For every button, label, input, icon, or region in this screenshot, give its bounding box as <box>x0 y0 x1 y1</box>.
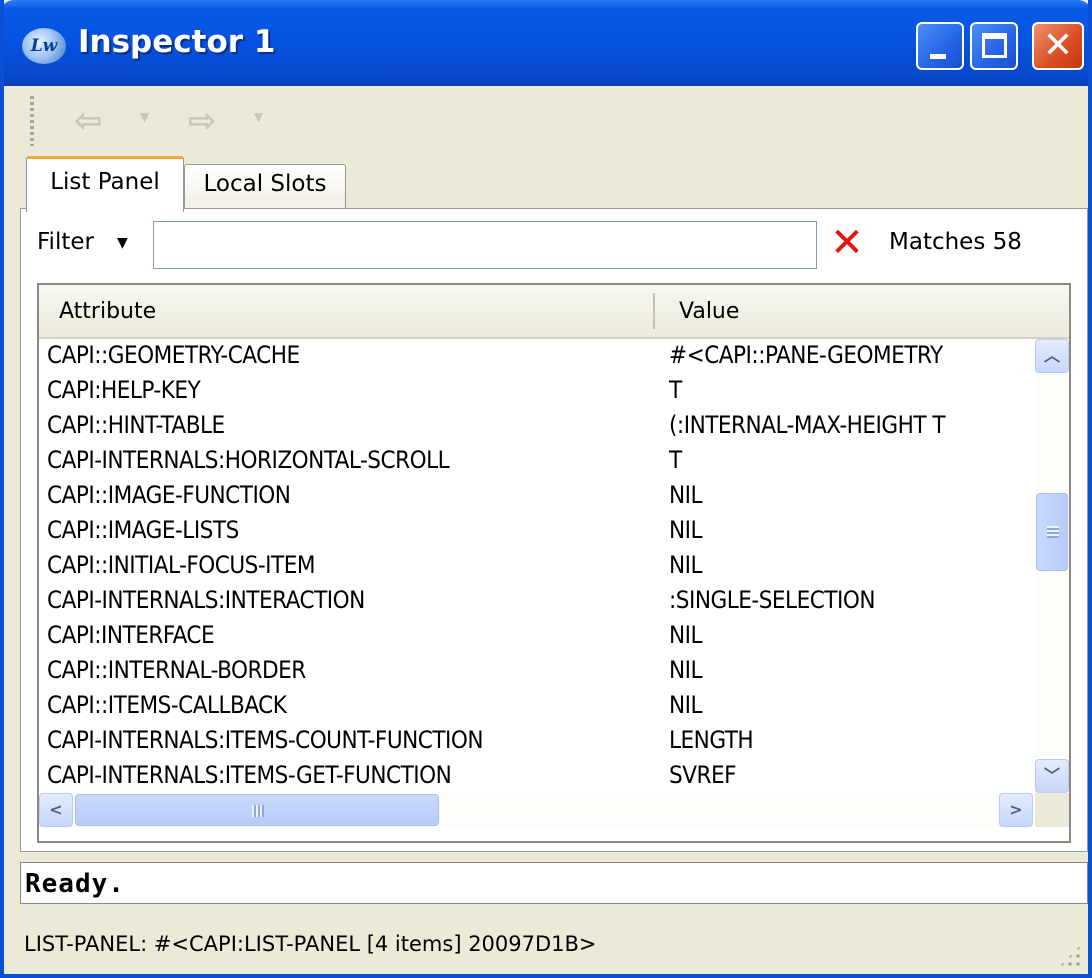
echo-area-text: Ready. <box>25 869 125 899</box>
table-row[interactable]: CAPI::GEOMETRY-CACHE #<CAPI::PANE-GEOMETR… <box>39 339 1033 373</box>
thumb-grip-icon <box>1047 526 1059 538</box>
window-title: Inspector 1 <box>78 24 276 60</box>
toolbar: ⇦ ▼ ⇨ ▼ <box>4 86 1088 154</box>
table-row[interactable]: CAPI-INTERNALS:INTERACTION :SINGLE-SELECT… <box>39 584 1033 618</box>
value-cell: :SINGLE-SELECTION <box>669 586 875 614</box>
tab-list-panel[interactable]: List Panel <box>26 156 184 212</box>
horizontal-scroll-thumb[interactable] <box>75 794 439 826</box>
inspector-window: Lw Inspector 1 ✕ ⇦ ▼ ⇨ ▼ List Panel Loca… <box>0 0 1092 978</box>
scroll-right-button[interactable]: > <box>999 793 1033 827</box>
maximize-button[interactable] <box>970 22 1018 70</box>
table-row[interactable]: CAPI::HINT-TABLE (:INTERNAL-MAX-HEIGHT T <box>39 409 1033 443</box>
attribute-cell: CAPI-INTERNALS:INTERACTION <box>47 586 365 614</box>
title-bar[interactable]: Lw Inspector 1 ✕ <box>4 0 1088 86</box>
attribute-cell: CAPI::GEOMETRY-CACHE <box>47 341 300 369</box>
attribute-cell: CAPI:INTERFACE <box>47 621 215 649</box>
thumb-grip-icon <box>252 805 264 817</box>
attribute-cell: CAPI::ITEMS-CALLBACK <box>47 691 287 719</box>
attribute-cell: CAPI:HELP-KEY <box>47 376 201 404</box>
value-cell: LENGTH <box>669 726 754 754</box>
attribute-cell: CAPI::IMAGE-LISTS <box>47 516 239 544</box>
filter-dropdown-icon[interactable]: ▼ <box>117 235 128 251</box>
forward-arrow-icon[interactable]: ⇨ <box>188 104 217 138</box>
table-row[interactable]: CAPI-INTERNALS:ITEMS-COUNT-FUNCTION LENGT… <box>39 724 1033 758</box>
table-row[interactable]: CAPI::INITIAL-FOCUS-ITEM NIL <box>39 549 1033 583</box>
value-cell: NIL <box>669 481 703 509</box>
status-text: LIST-PANEL: #<CAPI:LIST-PANEL [4 items] … <box>24 932 597 956</box>
value-cell: T <box>669 376 682 404</box>
column-separator[interactable] <box>653 293 655 329</box>
table-row[interactable]: CAPI-INTERNALS:ITEMS-GET-FUNCTION SVREF <box>39 759 1033 793</box>
forward-dropdown-icon[interactable]: ▼ <box>254 110 263 124</box>
back-arrow-icon[interactable]: ⇦ <box>74 104 103 138</box>
table-row[interactable]: CAPI::IMAGE-FUNCTION NIL <box>39 479 1033 513</box>
attribute-cell: CAPI::INTERNAL-BORDER <box>47 656 306 684</box>
attribute-list[interactable]: Attribute Value CAPI::GEOMETRY-CACHE #<CA… <box>37 283 1071 843</box>
matches-count: Matches 58 <box>889 229 1022 255</box>
close-button[interactable]: ✕ <box>1032 22 1084 70</box>
lw-app-icon[interactable]: Lw <box>22 28 66 64</box>
toolbar-grip[interactable] <box>30 96 34 146</box>
table-row[interactable]: CAPI::INTERNAL-BORDER NIL <box>39 654 1033 688</box>
value-cell: NIL <box>669 516 703 544</box>
maximize-icon <box>982 33 1007 58</box>
tab-strip: List Panel Local Slots <box>20 154 1088 212</box>
list-panel: Filter ▼ ✕ Matches 58 Attribute Value CA… <box>20 208 1088 852</box>
filter-input[interactable] <box>153 221 817 269</box>
vertical-scrollbar[interactable]: ︿ ﹀ <box>1035 339 1069 793</box>
back-dropdown-icon[interactable]: ▼ <box>140 110 149 124</box>
value-cell: NIL <box>669 551 703 579</box>
resize-grip-icon[interactable] <box>1058 944 1082 968</box>
value-cell: SVREF <box>669 761 737 789</box>
clear-filter-icon[interactable]: ✕ <box>827 219 867 267</box>
column-header-value[interactable]: Value <box>679 299 739 324</box>
table-row[interactable]: CAPI::IMAGE-LISTS NIL <box>39 514 1033 548</box>
table-row[interactable]: CAPI:INTERFACE NIL <box>39 619 1033 653</box>
value-cell: NIL <box>669 691 703 719</box>
echo-area: Ready. <box>20 862 1088 904</box>
table-row[interactable]: CAPI:HELP-KEY T <box>39 374 1033 408</box>
list-header: Attribute Value <box>39 285 1069 339</box>
table-row[interactable]: CAPI-INTERNALS:HORIZONTAL-SCROLL T <box>39 444 1033 478</box>
list-rows: CAPI::GEOMETRY-CACHE #<CAPI::PANE-GEOMETR… <box>39 339 1033 793</box>
attribute-cell: CAPI::INITIAL-FOCUS-ITEM <box>47 551 316 579</box>
value-cell: NIL <box>669 656 703 684</box>
attribute-cell: CAPI-INTERNALS:HORIZONTAL-SCROLL <box>47 446 450 474</box>
status-bar: LIST-PANEL: #<CAPI:LIST-PANEL [4 items] … <box>4 918 1088 974</box>
value-cell: NIL <box>669 621 703 649</box>
table-row[interactable]: CAPI::ITEMS-CALLBACK NIL <box>39 689 1033 723</box>
attribute-cell: CAPI::HINT-TABLE <box>47 411 225 439</box>
filter-label[interactable]: Filter <box>37 229 94 255</box>
close-icon: ✕ <box>1042 25 1074 66</box>
minimize-button[interactable] <box>916 22 964 70</box>
attribute-cell: CAPI-INTERNALS:ITEMS-GET-FUNCTION <box>47 761 452 789</box>
horizontal-scrollbar[interactable]: < > <box>39 793 1035 827</box>
attribute-cell: CAPI::IMAGE-FUNCTION <box>47 481 291 509</box>
attribute-cell: CAPI-INTERNALS:ITEMS-COUNT-FUNCTION <box>47 726 484 754</box>
vertical-scroll-thumb[interactable] <box>1036 493 1068 571</box>
minimize-icon <box>930 54 946 59</box>
value-cell: (:INTERNAL-MAX-HEIGHT T <box>669 411 946 439</box>
value-cell: #<CAPI::PANE-GEOMETRY <box>669 341 943 369</box>
value-cell: T <box>669 446 682 474</box>
column-header-attribute[interactable]: Attribute <box>59 299 156 324</box>
tab-local-slots[interactable]: Local Slots <box>184 164 346 208</box>
scrollbar-corner <box>1035 793 1069 827</box>
scroll-down-button[interactable]: ﹀ <box>1035 759 1069 793</box>
scroll-up-button[interactable]: ︿ <box>1035 339 1069 373</box>
scroll-left-button[interactable]: < <box>39 793 73 827</box>
